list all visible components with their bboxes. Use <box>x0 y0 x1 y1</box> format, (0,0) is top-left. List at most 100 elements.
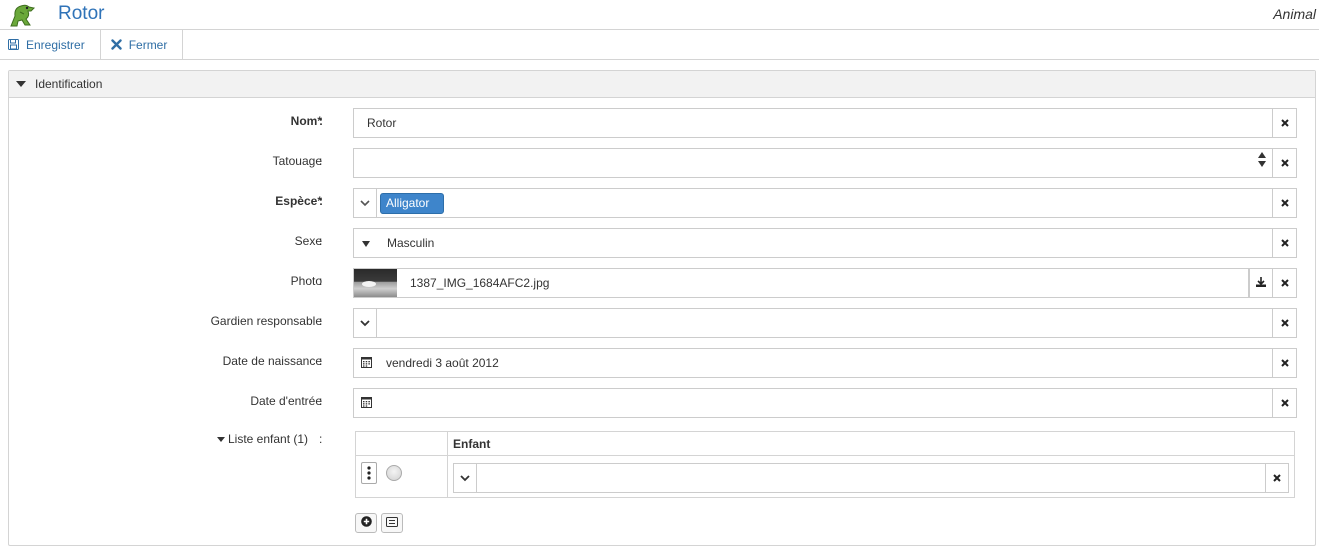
clear-icon <box>1273 471 1281 485</box>
gardien-select[interactable] <box>353 308 1273 338</box>
clear-icon <box>1280 356 1289 370</box>
tatouage-label: Tatouage <box>272 154 322 168</box>
enfant-column-header: Enfant <box>453 437 491 451</box>
photo-download-button[interactable] <box>1249 268 1273 298</box>
liste-enfant-toggle[interactable]: Liste enfant (1) <box>217 432 308 446</box>
label-colon: : <box>319 114 323 128</box>
date-entree-clear-button[interactable] <box>1273 388 1297 418</box>
drag-handle-icon[interactable] <box>361 462 377 484</box>
photo-clear-button[interactable] <box>1273 268 1297 298</box>
chevron-down-icon <box>360 316 370 330</box>
espece-dropdown-button[interactable] <box>354 189 377 217</box>
chevron-down-icon <box>360 196 370 210</box>
nom-label: Nom* <box>290 114 322 128</box>
enfant-value <box>477 464 490 492</box>
row-espece: Espèce* : Alligator <box>9 188 1315 218</box>
label-colon: : <box>319 274 323 288</box>
toolbar: Enregistrer Fermer <box>0 30 1319 60</box>
spin-up-icon[interactable] <box>1258 152 1266 158</box>
label-colon: : <box>319 234 323 248</box>
sexe-value: Masculin <box>387 236 435 250</box>
date-naissance-input[interactable]: vendredi 3 août 2012 <box>353 348 1273 378</box>
close-icon <box>110 39 122 50</box>
clear-icon <box>1280 396 1289 410</box>
label-colon: : <box>319 154 323 168</box>
tatouage-clear-button[interactable] <box>1273 148 1297 178</box>
spin-down-icon[interactable] <box>1258 161 1266 167</box>
sexe-label: Sexe <box>294 234 322 248</box>
label-colon: : <box>319 314 323 328</box>
download-icon <box>1256 276 1266 290</box>
row-photo: Photo : 1387_IMG_1684AFC2.jpg <box>9 268 1315 298</box>
save-button[interactable]: Enregistrer <box>0 30 101 59</box>
photo-thumbnail[interactable] <box>354 269 397 297</box>
nom-input[interactable]: Rotor <box>353 108 1273 138</box>
floppy-disk-icon <box>8 39 19 50</box>
clear-icon <box>1280 316 1289 330</box>
enfant-select[interactable] <box>453 463 1266 493</box>
row-tatouage: Tatouage : <box>9 148 1315 178</box>
espece-clear-button[interactable] <box>1273 188 1297 218</box>
photo-field[interactable]: 1387_IMG_1684AFC2.jpg <box>353 268 1249 298</box>
clear-icon <box>1280 196 1289 210</box>
row-nom: Nom* : Rotor <box>9 108 1315 138</box>
plus-circle-icon <box>360 516 372 530</box>
enfant-dropdown-button[interactable] <box>454 464 477 492</box>
identification-panel: Identification Nom* : Rotor Tatouage : E… <box>8 70 1316 546</box>
nom-clear-button[interactable] <box>1273 108 1297 138</box>
close-button[interactable]: Fermer <box>101 30 184 59</box>
label-colon: : <box>319 394 323 408</box>
row-date-naissance: Date de naissance : vendredi 3 août 2012 <box>9 348 1315 378</box>
row-sexe: Sexe : Masculin <box>9 228 1315 258</box>
entity-type-label: Animal <box>1273 6 1316 22</box>
row-select-radio[interactable] <box>386 465 402 481</box>
dinosaur-icon <box>8 2 38 28</box>
nom-value: Rotor <box>367 116 397 130</box>
clear-icon <box>1280 276 1289 290</box>
label-colon: : <box>319 432 323 446</box>
sexe-dropdown-button[interactable] <box>354 229 378 257</box>
list-icon <box>386 516 398 530</box>
liste-enfant-label: Liste enfant (1) <box>228 432 309 446</box>
date-entree-calendar-button[interactable] <box>354 389 378 417</box>
column-divider <box>447 432 448 498</box>
dropdown-triangle-icon <box>362 236 370 250</box>
row-date-entree: Date d'entrée : <box>9 388 1315 418</box>
date-naissance-calendar-button[interactable] <box>354 349 378 377</box>
date-entree-input[interactable] <box>353 388 1273 418</box>
liste-enfant-table: Enfant <box>355 431 1295 498</box>
calendar-icon <box>360 356 372 371</box>
collapse-triangle-icon <box>16 81 26 87</box>
photo-filename: 1387_IMG_1684AFC2.jpg <box>410 276 550 290</box>
espece-select[interactable]: Alligator <box>353 188 1273 218</box>
save-button-label: Enregistrer <box>26 37 85 52</box>
espece-tag[interactable]: Alligator <box>380 192 445 214</box>
gardien-clear-button[interactable] <box>1273 308 1297 338</box>
espece-label: Espèce* <box>275 194 322 208</box>
panel-title: Identification <box>35 77 103 91</box>
list-view-button[interactable] <box>381 513 403 533</box>
header-bar: Rotor Animal <box>0 0 1319 30</box>
gardien-dropdown-button[interactable] <box>354 309 377 337</box>
panel-header[interactable]: Identification <box>9 71 1315 98</box>
tatouage-input[interactable] <box>353 148 1273 178</box>
clear-icon <box>1280 156 1289 170</box>
calendar-icon <box>360 396 372 411</box>
sexe-select[interactable]: Masculin <box>353 228 1273 258</box>
photo-label: Photo <box>290 274 322 288</box>
chevron-down-icon <box>460 471 470 485</box>
date-naissance-label: Date de naissance <box>222 354 322 368</box>
clear-icon <box>1280 236 1289 250</box>
number-spinner[interactable] <box>1258 152 1266 167</box>
date-naissance-value: vendredi 3 août 2012 <box>386 356 499 370</box>
close-button-label: Fermer <box>128 37 168 52</box>
row-gardien: Gardien responsable : <box>9 308 1315 338</box>
gardien-label: Gardien responsable <box>210 314 322 328</box>
sexe-clear-button[interactable] <box>1273 228 1297 258</box>
label-colon: : <box>319 194 323 208</box>
label-colon: : <box>319 354 323 368</box>
page-title: Rotor <box>58 3 105 24</box>
add-row-button[interactable] <box>355 513 377 533</box>
date-naissance-clear-button[interactable] <box>1273 348 1297 378</box>
enfant-clear-button[interactable] <box>1265 463 1289 493</box>
